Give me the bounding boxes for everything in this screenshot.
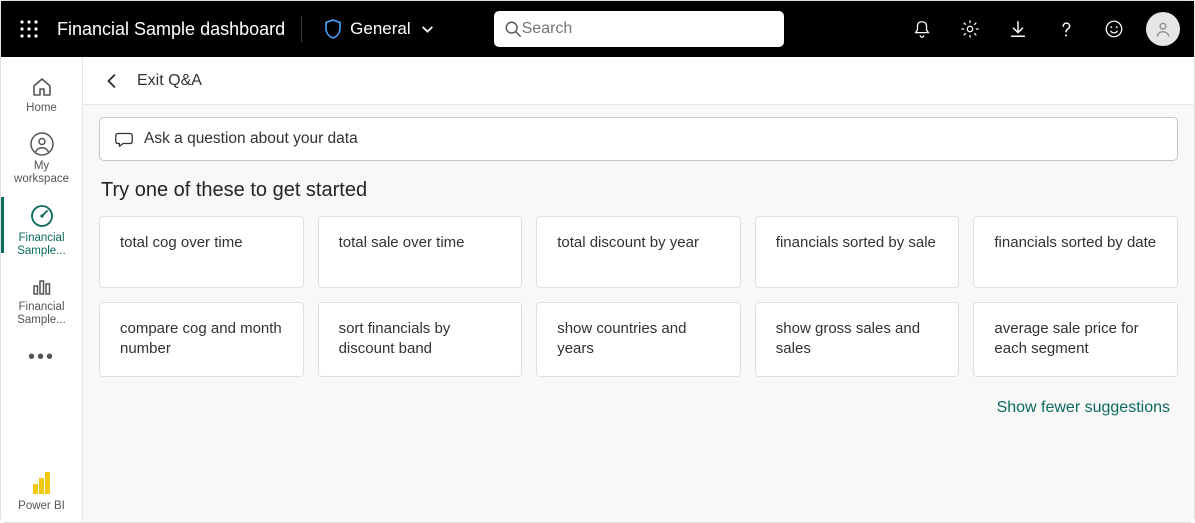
- home-icon: [30, 75, 54, 99]
- try-heading: Try one of these to get started: [101, 179, 1176, 202]
- nav-home[interactable]: Home: [1, 67, 82, 123]
- nav-powerbi-label: Power BI: [18, 500, 65, 512]
- chat-icon: [114, 129, 134, 149]
- chevron-left-icon: [105, 74, 119, 88]
- suggestion-card[interactable]: financials sorted by date: [973, 216, 1178, 288]
- sensitivity-dropdown[interactable]: General: [318, 15, 439, 43]
- person-circle-icon: [29, 131, 55, 157]
- nav-financial-sample-report[interactable]: Financial Sample...: [1, 266, 82, 335]
- account-avatar[interactable]: [1146, 12, 1180, 46]
- nav-home-label: Home: [26, 102, 57, 115]
- suggestion-card[interactable]: sort financials by discount band: [318, 302, 523, 377]
- suggestion-card[interactable]: average sale price for each segment: [973, 302, 1178, 377]
- shield-icon: [324, 19, 342, 39]
- nav-financial-sample-dashboard[interactable]: Financial Sample...: [1, 195, 82, 266]
- content-area: Exit Q&A Ask a question about your data …: [83, 57, 1194, 522]
- qna-placeholder: Ask a question about your data: [144, 130, 358, 148]
- page-title: Financial Sample dashboard: [57, 19, 285, 40]
- bar-chart-icon: [30, 274, 54, 298]
- suggestion-card[interactable]: show gross sales and sales: [755, 302, 960, 377]
- chevron-down-icon: [421, 23, 434, 36]
- download-icon[interactable]: [996, 7, 1040, 51]
- divider: [301, 16, 302, 42]
- powerbi-logo-icon: [33, 472, 50, 494]
- suggestion-card[interactable]: compare cog and month number: [99, 302, 304, 377]
- top-bar: Financial Sample dashboard General: [1, 1, 1194, 57]
- nav-my-workspace[interactable]: My workspace: [1, 123, 82, 194]
- feedback-icon[interactable]: [1092, 7, 1136, 51]
- suggestion-card[interactable]: show countries and years: [536, 302, 741, 377]
- search-icon: [504, 20, 522, 38]
- suggestion-card[interactable]: financials sorted by sale: [755, 216, 960, 288]
- nav-financial-sample-report-label: Financial Sample...: [7, 301, 77, 327]
- suggestion-card[interactable]: total cog over time: [99, 216, 304, 288]
- help-icon[interactable]: [1044, 7, 1088, 51]
- qna-input[interactable]: Ask a question about your data: [99, 117, 1178, 161]
- top-icon-group: [900, 7, 1180, 51]
- show-fewer-link[interactable]: Show fewer suggestions: [997, 399, 1170, 416]
- exit-qna-label[interactable]: Exit Q&A: [137, 72, 202, 90]
- search-box[interactable]: [494, 11, 784, 47]
- subheader: Exit Q&A: [83, 57, 1194, 105]
- nav-financial-sample-dashboard-label: Financial Sample...: [7, 232, 77, 258]
- nav-my-workspace-label: My workspace: [7, 160, 77, 186]
- suggestion-card[interactable]: total discount by year: [536, 216, 741, 288]
- notifications-icon[interactable]: [900, 7, 944, 51]
- nav-more[interactable]: •••: [28, 336, 55, 379]
- app-launcher-icon[interactable]: [15, 15, 43, 43]
- search-input[interactable]: [522, 20, 774, 38]
- gauge-icon: [29, 203, 55, 229]
- sensitivity-label: General: [350, 19, 410, 39]
- back-button[interactable]: [101, 70, 123, 92]
- suggestion-grid: total cog over timetotal sale over timet…: [99, 216, 1178, 377]
- nav-powerbi[interactable]: Power BI: [18, 472, 65, 522]
- settings-icon[interactable]: [948, 7, 992, 51]
- left-sidebar: Home My workspace Financial Sample... Fi…: [1, 57, 83, 522]
- suggestion-card[interactable]: total sale over time: [318, 216, 523, 288]
